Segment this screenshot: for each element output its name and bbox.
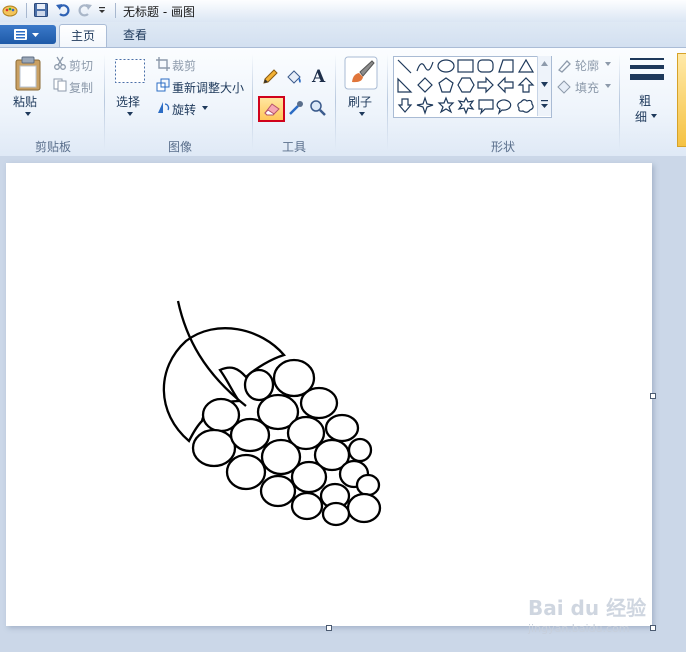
paste-icon[interactable] xyxy=(14,56,42,92)
shapes-grid xyxy=(397,58,535,115)
line-width-icon xyxy=(630,58,664,80)
line-shape-icon xyxy=(397,59,412,74)
select-button[interactable]: 选择 xyxy=(116,93,140,110)
copy-icon xyxy=(53,78,67,92)
magnifier-tool-button[interactable] xyxy=(308,98,328,118)
canvas-resize-handle-bottom[interactable] xyxy=(326,625,332,631)
brush-icon[interactable] xyxy=(344,56,378,90)
select-dropdown-icon[interactable] xyxy=(126,111,134,117)
menu-icon xyxy=(14,29,39,40)
save-icon[interactable] xyxy=(33,2,49,18)
color-picker-icon xyxy=(289,101,303,115)
cut-button[interactable]: 剪切 xyxy=(69,57,93,74)
crop-icon xyxy=(156,57,170,71)
shapes-gallery-scrollbar[interactable] xyxy=(537,56,551,116)
fill-dropdown-icon[interactable] xyxy=(604,83,612,89)
rectangle-shape-icon xyxy=(457,59,474,73)
size-button[interactable]: 粗 细 xyxy=(624,52,674,126)
clipboard-group-label: 剪贴板 xyxy=(34,140,71,154)
outline-button[interactable]: 轮廓 xyxy=(575,57,599,74)
shapes-scroll-arrows-icon xyxy=(541,61,548,108)
five-point-star-shape-icon xyxy=(437,96,455,114)
brush-dropdown-icon[interactable] xyxy=(358,111,366,117)
triangle-shape-icon xyxy=(517,58,535,73)
eraser-tool-button[interactable] xyxy=(258,96,285,122)
up-arrow-shape-icon xyxy=(517,77,535,93)
rounded-rectangle-shape-icon xyxy=(477,59,494,73)
pencil-tool-button[interactable] xyxy=(260,67,280,87)
outline-dropdown-icon[interactable] xyxy=(604,61,612,67)
hexagon-shape-icon xyxy=(457,77,475,93)
workspace xyxy=(0,156,686,652)
ribbon: 粘贴 剪切 复制 剪贴板 选择 裁剪 重新调整大小 旋转 图像 A 工具 刷子 … xyxy=(0,47,686,157)
left-arrow-shape-icon xyxy=(497,76,514,94)
size-dropdown-icon xyxy=(651,114,657,118)
oval-callout-shape-icon xyxy=(496,99,512,115)
undo-icon[interactable] xyxy=(55,2,71,18)
polygon-shape-icon xyxy=(498,59,514,73)
shapes-group-label: 形状 xyxy=(490,140,515,154)
tab-view[interactable]: 查看 xyxy=(112,24,158,47)
tab-home[interactable]: 主页 xyxy=(59,24,107,48)
brush-button[interactable]: 刷子 xyxy=(348,93,372,110)
text-tool-button[interactable]: A xyxy=(308,67,328,87)
pentagon-shape-icon xyxy=(438,77,454,93)
grape-drawing xyxy=(162,300,382,527)
watermark-url: jingyan.baidu.com xyxy=(528,622,630,635)
color-1-button[interactable] xyxy=(677,53,686,147)
text-icon: A xyxy=(312,67,326,87)
magnifier-icon xyxy=(310,100,326,116)
outline-icon xyxy=(558,60,571,73)
drawing-canvas[interactable] xyxy=(6,163,652,626)
resize-icon xyxy=(156,78,170,92)
down-arrow-shape-icon xyxy=(397,98,413,113)
rotate-icon xyxy=(158,102,170,113)
canvas-resize-handle-right[interactable] xyxy=(650,393,656,399)
curve-shape-icon xyxy=(416,61,434,72)
pencil-icon xyxy=(263,69,278,84)
crop-button[interactable]: 裁剪 xyxy=(172,57,196,74)
customize-quick-access-icon[interactable] xyxy=(97,2,107,18)
fill-tool-button[interactable] xyxy=(284,67,304,87)
fill-bucket-icon xyxy=(287,70,301,84)
oval-shape-icon xyxy=(437,59,455,73)
select-icon[interactable] xyxy=(114,58,146,84)
right-arrow-shape-icon xyxy=(477,76,494,94)
eraser-icon xyxy=(264,103,280,116)
cut-icon xyxy=(54,56,66,70)
fill-button[interactable]: 填充 xyxy=(575,79,599,96)
six-point-star-shape-icon xyxy=(457,96,475,115)
right-triangle-shape-icon xyxy=(397,77,413,93)
resize-button[interactable]: 重新调整大小 xyxy=(172,79,244,96)
canvas-resize-handle-corner[interactable] xyxy=(650,625,656,631)
color-picker-tool-button[interactable] xyxy=(286,98,306,118)
paint-app-icon[interactable] xyxy=(2,2,18,18)
paste-button[interactable]: 粘贴 xyxy=(13,93,37,110)
size-label-line1: 粗 xyxy=(639,94,652,108)
fill-shape-icon xyxy=(557,80,571,94)
rounded-callout-shape-icon xyxy=(478,99,494,115)
title-bar: 无标题 - 画图 xyxy=(0,0,686,23)
four-point-star-shape-icon xyxy=(416,96,434,115)
paste-dropdown-icon[interactable] xyxy=(24,111,32,117)
rotate-dropdown-icon[interactable] xyxy=(201,105,209,111)
diamond-shape-icon xyxy=(417,77,433,93)
watermark-logo: Bai du 经验 xyxy=(528,596,647,620)
size-label-line2: 细 xyxy=(635,110,648,124)
paint-menu-button[interactable] xyxy=(0,25,56,44)
rotate-button[interactable]: 旋转 xyxy=(172,101,196,118)
copy-button[interactable]: 复制 xyxy=(69,79,93,96)
image-group-label: 图像 xyxy=(167,140,192,154)
cloud-callout-shape-icon xyxy=(517,99,534,113)
window-title: 无标题 - 画图 xyxy=(123,5,195,19)
tools-group-label: 工具 xyxy=(281,140,306,154)
ribbon-tabs: 主页 查看 xyxy=(0,22,686,48)
redo-icon[interactable] xyxy=(77,2,93,18)
